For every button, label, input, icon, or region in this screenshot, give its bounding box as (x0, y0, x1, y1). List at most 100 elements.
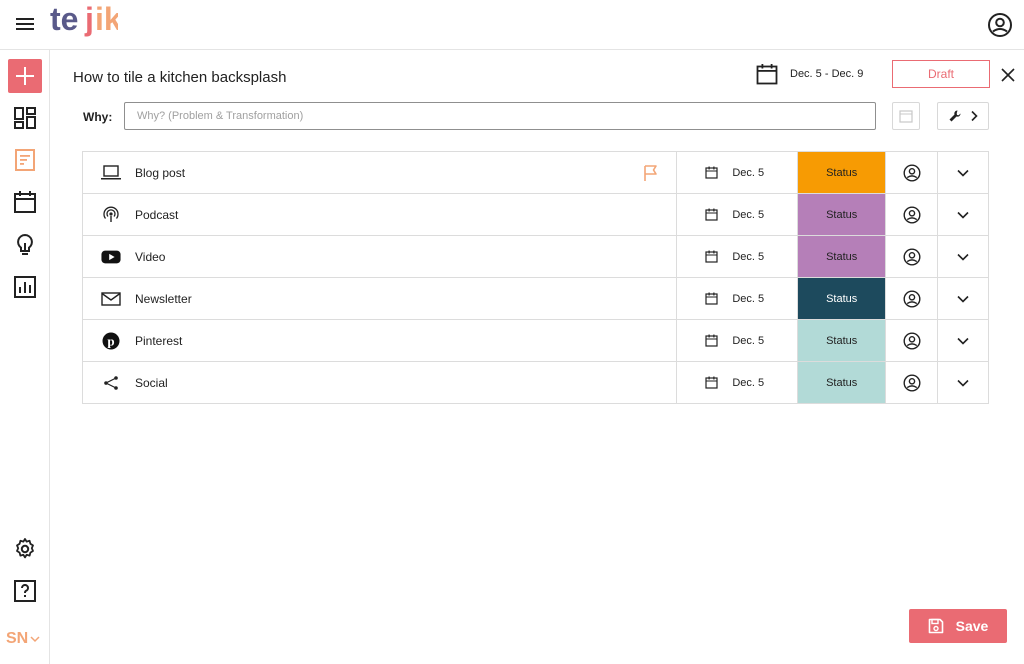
assign-user-button[interactable] (886, 320, 939, 361)
wrench-icon (949, 110, 961, 122)
bar-chart-icon[interactable] (13, 275, 37, 299)
mail-icon (101, 289, 121, 309)
row-name-cell[interactable]: Blog post (83, 152, 678, 193)
row-name-cell[interactable]: Social (83, 362, 678, 403)
chevron-down-icon (957, 253, 969, 261)
chevron-down-icon (30, 636, 40, 643)
row-date-cell[interactable]: Dec. 5 (677, 194, 799, 235)
row-name-cell[interactable]: Newsletter (83, 278, 678, 319)
close-icon[interactable] (1000, 67, 1016, 83)
status-badge[interactable]: Status (798, 152, 887, 193)
calendar-icon (899, 110, 913, 123)
table-row: Social Dec. 5 Status (83, 362, 989, 404)
table-row: Newsletter Dec. 5 Status (83, 278, 989, 320)
expand-row-button[interactable] (938, 320, 989, 361)
podcast-icon (101, 205, 121, 225)
row-name-cell[interactable]: Podcast (83, 194, 678, 235)
account-icon (903, 163, 921, 182)
plus-icon (16, 67, 34, 85)
table-row: Podcast Dec. 5 Status (83, 194, 989, 236)
dashboard-icon[interactable] (13, 106, 37, 130)
expand-row-button[interactable] (938, 362, 989, 403)
calendar-icon (705, 376, 718, 389)
laptop-icon (101, 163, 121, 183)
flag-icon[interactable] (642, 164, 660, 182)
expand-row-button[interactable] (938, 194, 989, 235)
row-date: Dec. 5 (732, 292, 765, 305)
table-row: p Pinterest Dec. 5 Status (83, 320, 989, 362)
calendar-icon[interactable] (756, 63, 778, 85)
svg-text:j: j (84, 2, 94, 37)
row-label: Video (135, 249, 166, 264)
row-date: Dec. 5 (732, 250, 765, 263)
row-date-cell[interactable]: Dec. 5 (677, 278, 799, 319)
expand-row-button[interactable] (938, 236, 989, 277)
calendar-icon (705, 250, 718, 263)
save-label: Save (955, 618, 989, 634)
row-label: Pinterest (135, 333, 183, 348)
user-initials-menu[interactable]: SN (6, 630, 40, 648)
row-date: Dec. 5 (732, 376, 765, 389)
row-date-cell[interactable]: Dec. 5 (677, 236, 799, 277)
document-icon[interactable] (13, 148, 37, 172)
date-range[interactable]: Dec. 5 - Dec. 9 (790, 68, 863, 80)
row-date-cell[interactable]: Dec. 5 (677, 152, 799, 193)
assign-user-button[interactable] (886, 278, 939, 319)
assign-user-button[interactable] (886, 194, 939, 235)
hamburger-menu-icon[interactable] (14, 14, 36, 34)
account-icon (903, 289, 921, 308)
youtube-icon (101, 247, 121, 267)
gear-icon[interactable] (13, 537, 37, 561)
status-badge[interactable]: Status (798, 362, 887, 403)
tejik-logo[interactable]: te j ik (50, 2, 118, 46)
status-badge[interactable]: Status (798, 278, 887, 319)
chevron-down-icon (957, 169, 969, 177)
svg-text:te: te (50, 2, 78, 37)
top-bar: te j ik (0, 0, 1024, 50)
status-badge[interactable]: Status (798, 236, 887, 277)
calendar-icon (705, 292, 718, 305)
row-date: Dec. 5 (732, 208, 765, 221)
account-icon (903, 247, 921, 266)
save-button[interactable]: Save (909, 609, 1007, 643)
calendar-icon (705, 166, 718, 179)
add-button[interactable] (8, 59, 42, 93)
lightbulb-icon[interactable] (13, 233, 37, 257)
row-date-cell[interactable]: Dec. 5 (677, 320, 799, 361)
row-name-cell[interactable]: Video (83, 236, 678, 277)
row-date: Dec. 5 (732, 166, 765, 179)
account-icon (903, 205, 921, 224)
tools-button[interactable] (937, 102, 989, 130)
draft-button[interactable]: Draft (892, 60, 990, 88)
assign-user-button[interactable] (886, 236, 939, 277)
calendar-icon (705, 208, 718, 221)
row-label: Podcast (135, 207, 179, 222)
row-date: Dec. 5 (732, 334, 765, 347)
user-initials: SN (6, 630, 29, 647)
chevron-down-icon (957, 337, 969, 345)
calendar-icon[interactable] (13, 190, 37, 214)
table-row: Blog post Dec. 5 Status (83, 152, 989, 194)
expand-row-button[interactable] (938, 278, 989, 319)
assign-user-button[interactable] (886, 362, 939, 403)
chevron-down-icon (957, 379, 969, 387)
status-badge[interactable]: Status (798, 194, 887, 235)
chevron-down-icon (957, 211, 969, 219)
chevron-down-icon (957, 295, 969, 303)
why-date-button[interactable] (892, 102, 920, 130)
assign-user-button[interactable] (886, 152, 939, 193)
account-icon (903, 373, 921, 392)
row-name-cell[interactable]: p Pinterest (83, 320, 678, 361)
expand-row-button[interactable] (938, 152, 989, 193)
why-input[interactable] (124, 102, 876, 130)
row-date-cell[interactable]: Dec. 5 (677, 362, 799, 403)
why-label: Why: (83, 110, 113, 124)
share-icon (101, 373, 121, 393)
account-icon[interactable] (987, 12, 1013, 38)
svg-text:ik: ik (95, 2, 118, 37)
status-badge[interactable]: Status (798, 320, 887, 361)
sidebar: SN (0, 50, 50, 664)
page-title: How to tile a kitchen backsplash (73, 69, 287, 86)
help-icon[interactable] (13, 579, 37, 603)
calendar-icon (705, 334, 718, 347)
